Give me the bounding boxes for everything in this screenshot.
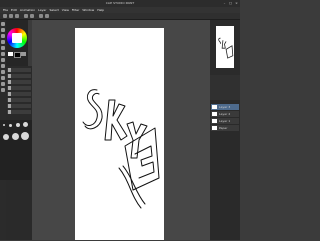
transparent-swatch[interactable] bbox=[21, 52, 26, 56]
layer-row[interactable]: Layer 3 bbox=[211, 104, 239, 110]
text-icon[interactable] bbox=[1, 82, 5, 86]
brush-icon bbox=[8, 104, 11, 108]
brush-size-preset[interactable] bbox=[21, 132, 29, 140]
drawing-canvas[interactable] bbox=[75, 28, 164, 240]
layer-row[interactable]: Paper bbox=[211, 125, 239, 131]
layer-thumbnail bbox=[212, 119, 217, 123]
zoom-icon[interactable] bbox=[1, 64, 5, 68]
open-icon[interactable] bbox=[9, 14, 13, 18]
navigator-thumbnail[interactable] bbox=[216, 26, 234, 68]
close-icon[interactable]: × bbox=[234, 1, 239, 5]
sub-tool-item[interactable] bbox=[7, 98, 31, 102]
sub-tool-item[interactable] bbox=[7, 68, 31, 72]
eyedropper-icon[interactable] bbox=[1, 76, 5, 80]
layer-name: Paper bbox=[219, 126, 228, 130]
brush-icon bbox=[8, 74, 11, 78]
hand-icon[interactable] bbox=[1, 70, 5, 74]
sub-tool-item[interactable] bbox=[7, 104, 31, 108]
maximize-icon[interactable]: □ bbox=[228, 1, 233, 5]
brush-size-preset[interactable] bbox=[23, 122, 28, 127]
brush-icon bbox=[8, 68, 11, 72]
pencil-icon[interactable] bbox=[1, 28, 5, 32]
main-color-swatch[interactable] bbox=[8, 52, 13, 56]
move-icon[interactable] bbox=[1, 58, 5, 62]
eraser-icon[interactable] bbox=[1, 40, 5, 44]
sub-tool-item[interactable] bbox=[7, 74, 31, 78]
clear-icon[interactable] bbox=[39, 14, 43, 18]
brush-size-preset[interactable] bbox=[3, 134, 9, 140]
brush-icon bbox=[8, 86, 11, 90]
transform-icon[interactable] bbox=[45, 14, 49, 18]
layer-name: Layer 3 bbox=[219, 105, 231, 109]
fill-icon[interactable] bbox=[1, 46, 5, 50]
brush-size-preset[interactable] bbox=[12, 133, 19, 140]
redo-icon[interactable] bbox=[30, 14, 34, 18]
layer-name: Layer 1 bbox=[219, 119, 231, 123]
graffiti-sketch bbox=[82, 89, 160, 209]
sub-tool-item[interactable] bbox=[7, 86, 31, 90]
color-wheel-panel bbox=[6, 20, 28, 66]
window-title: CLIP STUDIO PAINT bbox=[105, 1, 135, 5]
layer-row[interactable]: Layer 1 bbox=[211, 118, 239, 124]
sub-tool-item[interactable] bbox=[7, 80, 31, 84]
navigator-panel bbox=[210, 20, 240, 75]
color-wheel[interactable] bbox=[7, 28, 27, 48]
save-icon[interactable] bbox=[15, 14, 19, 18]
layer-property-panel bbox=[210, 75, 240, 100]
minimize-icon[interactable]: – bbox=[222, 1, 227, 5]
sub-tool-item[interactable] bbox=[7, 92, 31, 96]
new-file-icon[interactable] bbox=[3, 14, 7, 18]
layers-panel: Layer 3 Layer 2 Layer 1 Paper bbox=[210, 100, 240, 240]
graffiti-thumbnail bbox=[218, 37, 234, 59]
brush-icon bbox=[8, 80, 11, 84]
shape-icon[interactable] bbox=[1, 88, 5, 92]
pen-icon[interactable] bbox=[1, 22, 5, 26]
layer-thumbnail bbox=[212, 126, 217, 130]
brush-icon bbox=[8, 110, 11, 114]
brush-size-preset[interactable] bbox=[3, 124, 5, 126]
layer-thumbnail bbox=[212, 105, 217, 109]
brush-size-preset[interactable] bbox=[16, 123, 20, 127]
layer-row[interactable]: Layer 2 bbox=[211, 111, 239, 117]
brush-icon[interactable] bbox=[1, 34, 5, 38]
layer-thumbnail bbox=[212, 112, 217, 116]
brush-size-panel bbox=[0, 120, 32, 180]
select-icon[interactable] bbox=[1, 52, 5, 56]
brush-size-preset[interactable] bbox=[9, 124, 12, 127]
sub-color-swatch[interactable] bbox=[14, 52, 21, 58]
undo-icon[interactable] bbox=[24, 14, 28, 18]
command-bar bbox=[0, 13, 240, 20]
brush-icon bbox=[8, 92, 11, 96]
brush-icon bbox=[8, 98, 11, 102]
layer-name: Layer 2 bbox=[219, 112, 231, 116]
title-bar: CLIP STUDIO PAINT – □ × bbox=[0, 0, 240, 7]
sub-tool-item[interactable] bbox=[7, 110, 31, 114]
